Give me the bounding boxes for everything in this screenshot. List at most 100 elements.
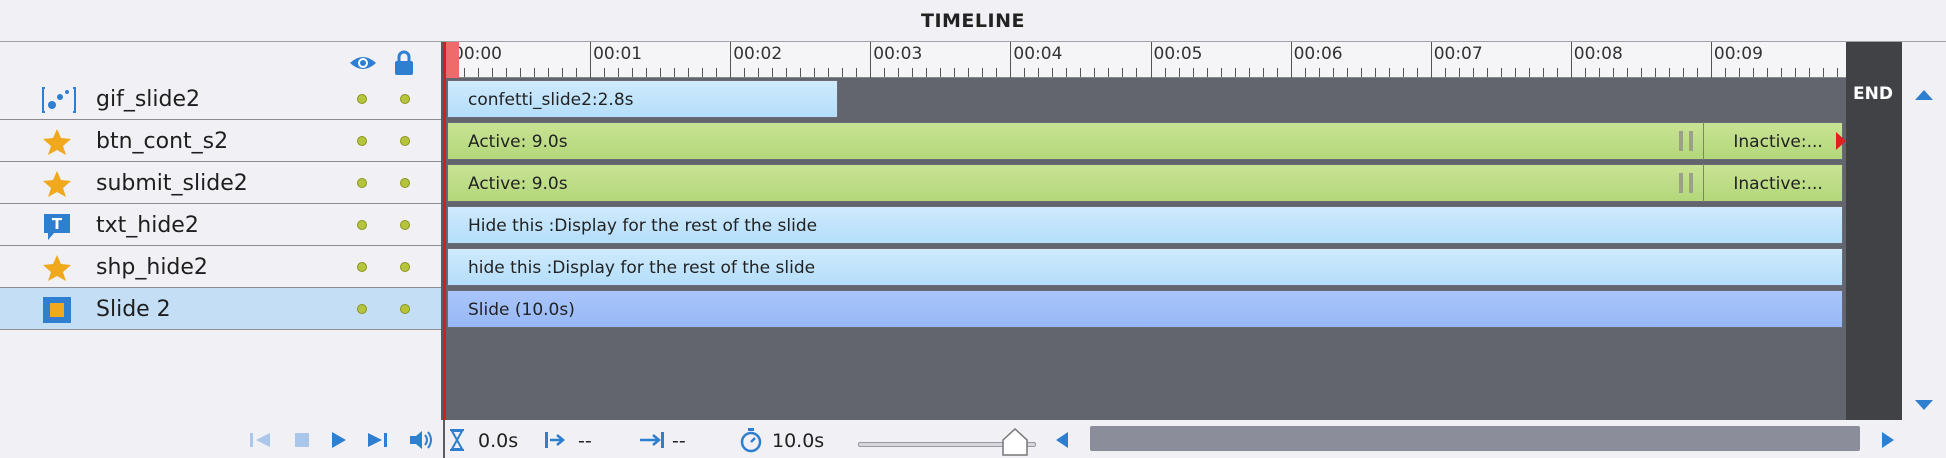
ruler-minor-tick — [1752, 68, 1754, 77]
lock-toggle[interactable] — [400, 94, 410, 104]
ruler-minor-tick — [940, 68, 942, 77]
layer-name: gif_slide2 — [96, 87, 201, 112]
ruler-minor-tick — [1696, 68, 1698, 77]
ruler-minor-tick — [1794, 68, 1796, 77]
ruler-tick-label: 00:01 — [593, 44, 643, 64]
ruler-minor-tick — [492, 68, 494, 77]
scroll-up-icon[interactable] — [1914, 88, 1934, 102]
ruler-minor-tick — [1080, 68, 1082, 77]
slide-icon — [42, 296, 76, 323]
timeline-bar[interactable]: hide this :Display for the rest of the s… — [447, 248, 1843, 286]
start-time-icon — [545, 432, 565, 448]
horizontal-scrollbar-thumb[interactable] — [1090, 426, 1860, 451]
ruler-minor-tick — [1500, 68, 1502, 77]
ruler-minor-tick — [464, 68, 465, 77]
ruler-minor-tick — [1094, 68, 1096, 77]
layer-name: txt_hide2 — [96, 213, 199, 238]
layer-row[interactable]: shp_hide2 — [0, 246, 441, 288]
pause-handle[interactable] — [1679, 173, 1694, 193]
ruler-tick-label: 00:07 — [1433, 44, 1483, 64]
inactive-label: Inactive:... — [1733, 132, 1823, 152]
ruler-minor-tick — [954, 68, 956, 77]
ruler-minor-tick — [1766, 68, 1768, 77]
timeline-panel: TIMELINE gif_slide2 btn_cont_s2 submit_sli… — [0, 0, 1946, 458]
ruler-minor-tick — [884, 68, 886, 77]
ruler-minor-tick — [1724, 68, 1726, 77]
scroll-right-icon[interactable] — [1880, 430, 1896, 450]
timeline-bar[interactable]: Active: 9.0s — [447, 164, 1843, 202]
visibility-toggle[interactable] — [357, 178, 367, 188]
ruler-tick-label: 00:00 — [453, 44, 502, 64]
ruler-minor-tick — [758, 68, 760, 77]
ruler-major-tick — [870, 42, 872, 78]
ruler-minor-tick — [576, 68, 578, 77]
lock-icon[interactable] — [394, 50, 414, 76]
ruler-major-tick — [1010, 42, 1012, 78]
timeline-bar-label: confetti_slide2:2.8s — [468, 90, 634, 110]
lock-toggle[interactable] — [400, 304, 410, 314]
layer-row[interactable]: gif_slide2 — [0, 78, 441, 120]
ruler-major-tick — [590, 42, 592, 78]
rewind-icon[interactable] — [248, 430, 272, 450]
ruler-minor-tick — [1206, 68, 1208, 77]
scroll-down-icon[interactable] — [1914, 398, 1934, 412]
ruler-minor-tick — [562, 68, 564, 77]
scroll-left-icon[interactable] — [1054, 430, 1070, 450]
zoom-slider-thumb[interactable] — [1001, 428, 1028, 456]
visibility-toggle[interactable] — [357, 304, 367, 314]
ruler-minor-tick — [506, 68, 508, 77]
ruler-minor-tick — [1052, 68, 1054, 77]
ruler-minor-tick — [786, 68, 788, 77]
layer-row[interactable]: Slide 2 — [0, 288, 441, 330]
layer-row[interactable]: btn_cont_s2 — [0, 120, 441, 162]
ruler-minor-tick — [1542, 68, 1544, 77]
lock-toggle[interactable] — [400, 178, 410, 188]
time-ruler[interactable] — [443, 42, 1902, 78]
ruler-tick-label: 00:03 — [873, 44, 923, 64]
ruler-minor-tick — [1346, 68, 1348, 77]
ruler-minor-tick — [1108, 68, 1110, 77]
visibility-toggle[interactable] — [357, 262, 367, 272]
playhead[interactable] — [443, 42, 446, 458]
timeline-bar[interactable]: confetti_slide2:2.8s — [447, 80, 838, 118]
ruler-minor-tick — [1388, 68, 1390, 77]
panel-title-bar: TIMELINE — [0, 0, 1946, 42]
pause-handle[interactable] — [1679, 131, 1694, 151]
end-time-icon — [640, 432, 664, 448]
visibility-toggle[interactable] — [357, 94, 367, 104]
audio-icon[interactable] — [408, 428, 434, 452]
ruler-minor-tick — [996, 68, 998, 77]
ruler-minor-tick — [1318, 68, 1320, 77]
stop-icon[interactable] — [292, 430, 312, 450]
forward-to-end-icon[interactable] — [366, 430, 390, 450]
end-label: END — [1853, 84, 1893, 104]
ruler-minor-tick — [1024, 68, 1026, 77]
panel-title: TIMELINE — [921, 10, 1025, 32]
lock-toggle[interactable] — [400, 220, 410, 230]
timeline-bar[interactable]: Slide (10.0s) — [447, 290, 1843, 328]
ruler-minor-tick — [1164, 68, 1166, 77]
play-icon[interactable] — [328, 430, 348, 450]
layer-row[interactable]: submit_slide2 — [0, 162, 441, 204]
ruler-minor-tick — [604, 68, 606, 77]
eye-icon[interactable] — [348, 50, 378, 76]
ruler-minor-tick — [1262, 68, 1264, 77]
visibility-toggle[interactable] — [357, 136, 367, 146]
lock-toggle[interactable] — [400, 136, 410, 146]
layer-row[interactable]: Ttxt_hide2 — [0, 204, 441, 246]
ruler-minor-tick — [1780, 68, 1782, 77]
ruler-minor-tick — [646, 68, 648, 77]
vertical-scrollbar[interactable] — [1902, 42, 1946, 420]
ruler-minor-tick — [1668, 68, 1670, 77]
ruler-tick-label: 00:08 — [1573, 44, 1623, 64]
timeline-bar[interactable]: Hide this :Display for the rest of the s… — [447, 206, 1843, 244]
ruler-minor-tick — [898, 68, 900, 77]
ruler-minor-tick — [1808, 68, 1810, 77]
ruler-minor-tick — [1038, 68, 1040, 77]
timeline-bar[interactable]: Active: 9.0s — [447, 122, 1843, 160]
lock-toggle[interactable] — [400, 262, 410, 272]
ruler-tick-label: 00:06 — [1293, 44, 1343, 64]
ruler-minor-tick — [1248, 68, 1250, 77]
ruler-minor-tick — [814, 68, 816, 77]
visibility-toggle[interactable] — [357, 220, 367, 230]
